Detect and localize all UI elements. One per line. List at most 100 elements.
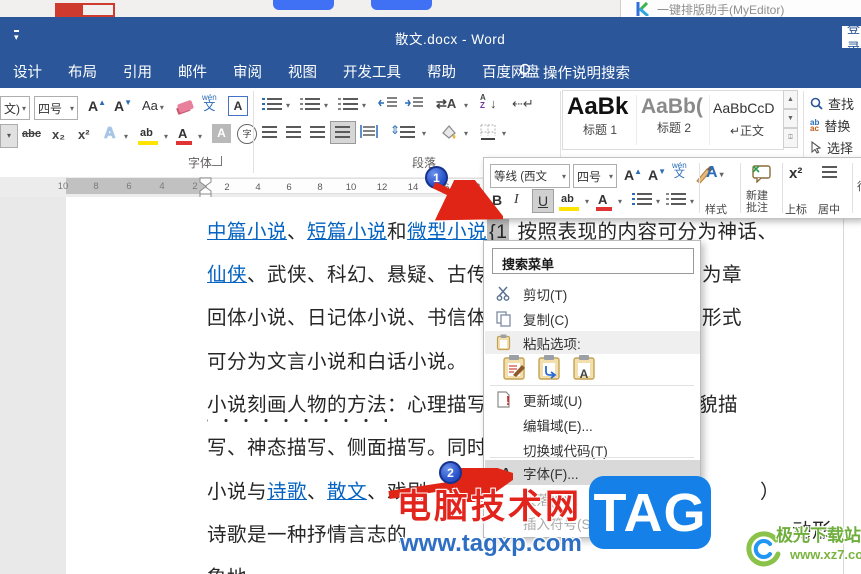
styles-scroll-down[interactable]: ▼ [783, 109, 798, 128]
decrease-indent-icon[interactable] [378, 97, 398, 110]
justify-button-active[interactable] [330, 121, 356, 144]
mini-styles-label[interactable]: 样式 [705, 201, 727, 217]
doc-line-6[interactable]: 写、神态描写、侧面描写。同时, [207, 431, 493, 460]
mini-highlight-caret[interactable]: ▾ [585, 197, 589, 206]
character-border-button[interactable]: A [228, 96, 248, 116]
tab-mailings[interactable]: 邮件 [165, 61, 220, 82]
hyperlink-novella[interactable]: 中篇小说 [207, 221, 287, 243]
mini-bullets-caret[interactable]: ▾ [656, 197, 660, 206]
doc-line-3[interactable]: 回体小说、日记体小说、书信体小 [207, 301, 507, 330]
numbering-caret[interactable]: ▾ [324, 101, 328, 110]
tab-developer[interactable]: 开发工具 [330, 61, 414, 82]
mini-highlight-button[interactable]: ab [561, 193, 574, 205]
text-effects-button[interactable]: A [104, 125, 116, 143]
doc-line-9[interactable]: 象地 [207, 561, 247, 574]
qat-customize-icon[interactable]: ▾ [14, 30, 19, 42]
tab-baidu-netdisk[interactable]: 百度网盘 [469, 61, 553, 82]
show-hide-marks-button[interactable]: ⇠↵ [512, 96, 534, 112]
shading-bucket-icon[interactable] [440, 123, 458, 140]
borders-icon[interactable] [480, 124, 496, 140]
mini-underline-button-active[interactable]: U [532, 189, 554, 213]
highlight-button[interactable]: ab [140, 127, 153, 139]
distribute-button[interactable] [360, 124, 378, 139]
menu-search-box[interactable]: 搜索菜单 [492, 248, 694, 274]
find-button[interactable]: 查找 [810, 94, 854, 113]
bullets-button[interactable] [262, 97, 282, 115]
enclose-characters-button[interactable]: 字 [237, 124, 257, 144]
font-color-caret[interactable]: ▾ [198, 132, 202, 141]
tab-design[interactable]: 设计 [0, 61, 55, 82]
style-normal[interactable]: AaBbCcD ↵正文 [713, 100, 781, 139]
tab-layout[interactable]: 布局 [55, 61, 110, 82]
font-name-combo[interactable]: 文) ▾ [0, 96, 30, 120]
line-spacing-caret[interactable]: ▾ [422, 129, 426, 138]
mini-superscript-label[interactable]: 上标 [785, 201, 807, 217]
doc-line-5[interactable]: 小说刻画人物的方法：心理描写、 [207, 388, 507, 423]
clear-formatting-icon[interactable] [176, 99, 195, 114]
menu-item-update-field[interactable]: ! 更新域(U) [485, 388, 700, 411]
mini-font-color-caret[interactable]: ▾ [618, 197, 622, 206]
font-dialog-launcher[interactable] [212, 156, 222, 166]
mini-bullets-button[interactable] [632, 192, 652, 210]
menu-item-cut[interactable]: 剪切(T) [485, 282, 700, 305]
tell-me-search[interactable]: 操作说明搜索 [543, 62, 630, 83]
shrink-font-button[interactable]: A▼ [114, 98, 132, 114]
style-heading2[interactable]: AaBb( 标题 2 [641, 95, 707, 136]
paste-merge-formatting-icon[interactable] [536, 354, 564, 381]
change-case-button[interactable]: Aa ▾ [142, 98, 164, 113]
mini-grow-font[interactable]: A▲ [624, 167, 642, 183]
text-effects-caret[interactable]: ▾ [124, 132, 128, 141]
mini-phonetic-button[interactable]: wén 文 [672, 162, 687, 180]
mini-italic-button[interactable]: I [514, 192, 519, 208]
doc-line-2[interactable]: 仙侠、武侠、科幻、悬疑、古传、 [207, 258, 507, 287]
hyperlink-prose[interactable]: 散文 [327, 481, 367, 503]
replace-button[interactable]: ab ac 替换 [810, 116, 850, 135]
multilevel-list-button[interactable] [338, 97, 358, 115]
mini-center-label[interactable]: 居中 [818, 201, 840, 217]
mini-numbering-caret[interactable]: ▾ [690, 197, 694, 206]
multilevel-caret[interactable]: ▾ [362, 101, 366, 110]
bullets-caret[interactable]: ▾ [286, 101, 290, 110]
numbering-button[interactable] [300, 97, 320, 115]
menu-item-copy[interactable]: 复制(C) [485, 307, 700, 330]
tab-review[interactable]: 审阅 [220, 61, 275, 82]
styles-scroll-up[interactable]: ▲ [783, 90, 798, 109]
superscript-button[interactable]: x² [78, 127, 90, 142]
doc-line-8[interactable]: 诗歌是一种抒情言志的 [207, 518, 407, 547]
sort-button[interactable]: AZ [480, 94, 486, 110]
underline-split-partial[interactable]: ▾ [0, 124, 18, 148]
mini-font-size-combo[interactable]: 四号 ▾ [573, 164, 617, 188]
hyperlink-xianxia[interactable]: 仙侠 [207, 264, 247, 286]
mini-superscript-icon[interactable]: x² [789, 165, 802, 182]
grow-font-button[interactable]: A▲ [88, 98, 106, 114]
font-size-combo[interactable]: 四号 ▾ [34, 96, 78, 120]
font-color-button[interactable]: A [178, 126, 187, 141]
hyperlink-micro-novel[interactable]: 微型小说 [407, 221, 487, 243]
subscript-button[interactable]: x₂ [52, 127, 65, 142]
tab-help[interactable]: 帮助 [414, 61, 469, 82]
mini-partial-item[interactable]: 行 [857, 178, 861, 194]
align-right-button[interactable] [310, 126, 325, 138]
paste-keep-source-icon[interactable] [501, 354, 529, 381]
line-spacing-button[interactable]: ⇕ [390, 123, 400, 137]
mini-font-color-button[interactable]: A [598, 192, 607, 207]
menu-item-edit-field[interactable]: 编辑域(E)... [485, 413, 700, 436]
doc-line-4[interactable]: 可分为文言小说和白话小说。 [207, 345, 467, 374]
styles-gallery-more[interactable]: ⍗ [783, 128, 798, 148]
borders-caret[interactable]: ▾ [502, 129, 506, 138]
tab-references[interactable]: 引用 [110, 61, 165, 82]
asian-layout-caret[interactable]: ▾ [464, 101, 468, 110]
mini-styles-icon[interactable]: A ▾ [706, 164, 724, 182]
mini-new-comment-label[interactable]: 新建 批注 [746, 190, 768, 214]
align-center-button[interactable] [286, 126, 301, 138]
indent-markers[interactable] [199, 177, 213, 199]
paste-text-only-icon[interactable]: A [571, 354, 599, 381]
mini-numbering-button[interactable] [666, 192, 686, 210]
login-button[interactable]: 登录 [842, 21, 861, 55]
tab-view[interactable]: 视图 [275, 61, 330, 82]
strikethrough-button[interactable]: abc [22, 128, 41, 140]
style-heading1[interactable]: AaBk 标题 1 [567, 93, 633, 138]
align-left-button[interactable] [262, 126, 277, 138]
mini-center-icon[interactable] [822, 166, 837, 178]
phonetic-guide-button[interactable]: wén 文 [202, 94, 217, 113]
